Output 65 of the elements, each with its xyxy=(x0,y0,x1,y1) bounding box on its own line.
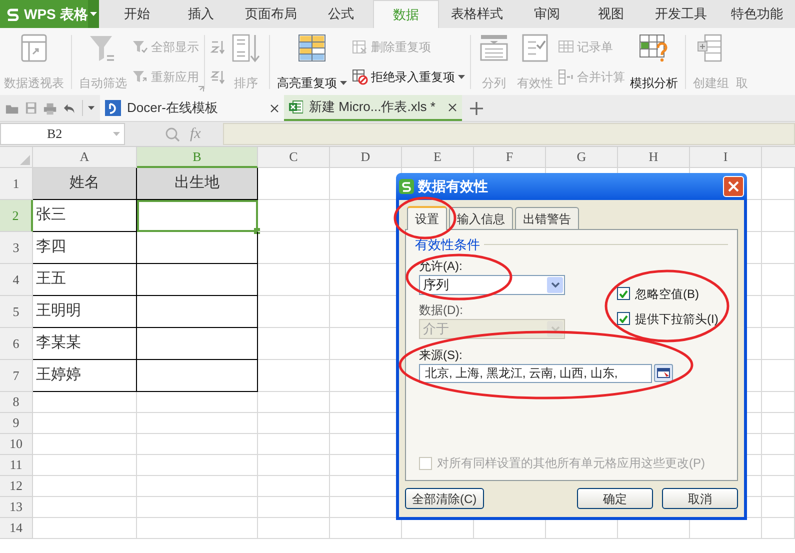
dialog-button[interactable]: 全部清除(C) xyxy=(405,488,484,509)
column-header[interactable]: A xyxy=(33,147,137,168)
document-tab[interactable]: Docer-在线模板 xyxy=(100,95,284,121)
dialog-tab[interactable]: 设置 xyxy=(407,206,447,230)
field-label: 数据(D): xyxy=(419,302,464,318)
column-header[interactable]: C xyxy=(258,147,330,168)
row-header[interactable]: 6 xyxy=(0,328,33,360)
ribbon-button[interactable]: 高亮重复项 xyxy=(275,32,349,92)
menu-tab[interactable]: 页面布局 xyxy=(233,0,309,28)
name-box[interactable]: B2 xyxy=(0,123,125,145)
row-header[interactable]: 11 xyxy=(0,455,33,476)
row-header[interactable]: 12 xyxy=(0,476,33,497)
dialog-tab[interactable]: 输入信息 xyxy=(449,207,513,229)
table-cell: 王婷婷 xyxy=(33,360,137,392)
menu-tab[interactable]: 插入 xyxy=(169,0,233,28)
table-cell: 姓名 xyxy=(33,168,137,200)
column-header[interactable]: D xyxy=(330,147,402,168)
menu-tab[interactable]: 开发工具 xyxy=(643,0,719,28)
row-header[interactable]: 3 xyxy=(0,232,33,264)
menu-tab[interactable]: 公式 xyxy=(309,0,373,28)
window-title: 数据有效性 xyxy=(418,177,489,196)
row-header[interactable]: 4 xyxy=(0,264,33,296)
field-label: 来源(S): xyxy=(419,346,464,364)
group-label: 有效性条件 xyxy=(415,236,480,254)
row-header[interactable]: 7 xyxy=(0,360,33,392)
row-header[interactable]: 14 xyxy=(0,518,33,539)
menu-tab[interactable]: 视图 xyxy=(579,0,643,28)
menu-tab[interactable]: 特色功能 xyxy=(719,0,795,28)
menu-tab[interactable]: 数据 xyxy=(373,0,439,28)
row-header[interactable]: 13 xyxy=(0,497,33,518)
column-header[interactable]: G xyxy=(546,147,618,168)
column-header[interactable]: I xyxy=(690,147,762,168)
dialog-button[interactable]: 确定 xyxy=(577,488,653,509)
dropdown-field[interactable]: 序列 xyxy=(419,274,565,294)
menu-tab[interactable]: 表格样式 xyxy=(439,0,515,28)
table-cell: 王明明 xyxy=(33,296,137,328)
ribbon-button[interactable]: 模拟分析 xyxy=(628,32,680,92)
dialog-tab[interactable]: 出错警告 xyxy=(515,207,579,229)
column-header[interactable]: F xyxy=(474,147,546,168)
row-header[interactable]: 9 xyxy=(0,413,33,434)
table-cell: 李某某 xyxy=(33,328,137,360)
column-header[interactable]: E xyxy=(402,147,474,168)
checkbox-label: 提供下拉箭头(I) xyxy=(635,310,718,328)
source-input[interactable]: 北京, 上海, 黑龙江, 云南, 山西, 山东, xyxy=(419,364,652,382)
table-cell: 王五 xyxy=(33,264,137,296)
row-header[interactable]: 5 xyxy=(0,296,33,328)
menu-tab[interactable]: 审阅 xyxy=(515,0,579,28)
document-tab[interactable]: 新建 Micro...作表.xls * xyxy=(284,95,462,121)
table-cell: 张三 xyxy=(33,200,137,232)
menu-tab[interactable]: 开始 xyxy=(105,0,169,28)
tab-title: 新建 Micro...作表.xls * xyxy=(309,98,436,116)
table-cell: 李四 xyxy=(33,232,137,264)
row-header[interactable]: 10 xyxy=(0,434,33,455)
dialog-button[interactable]: 取消 xyxy=(662,488,738,509)
table-cell: 出生地 xyxy=(137,168,258,200)
row-header[interactable]: 1 xyxy=(0,168,33,200)
app-logo-button[interactable]: WPS 表格 xyxy=(0,0,88,28)
checkbox-label: 对所有同样设置的其他所有单元格应用这些更改(P) xyxy=(437,455,705,472)
dropdown-field: 介于 xyxy=(419,318,565,338)
checkbox-label: 忽略空值(B) xyxy=(635,286,699,302)
row-header[interactable]: 8 xyxy=(0,392,33,413)
tab-title: Docer-在线模板 xyxy=(127,99,220,118)
app-name: WPS 表格 xyxy=(24,4,88,24)
column-header[interactable]: H xyxy=(618,147,690,168)
ribbon-button[interactable]: 拒绝录入重复项 xyxy=(352,65,465,89)
